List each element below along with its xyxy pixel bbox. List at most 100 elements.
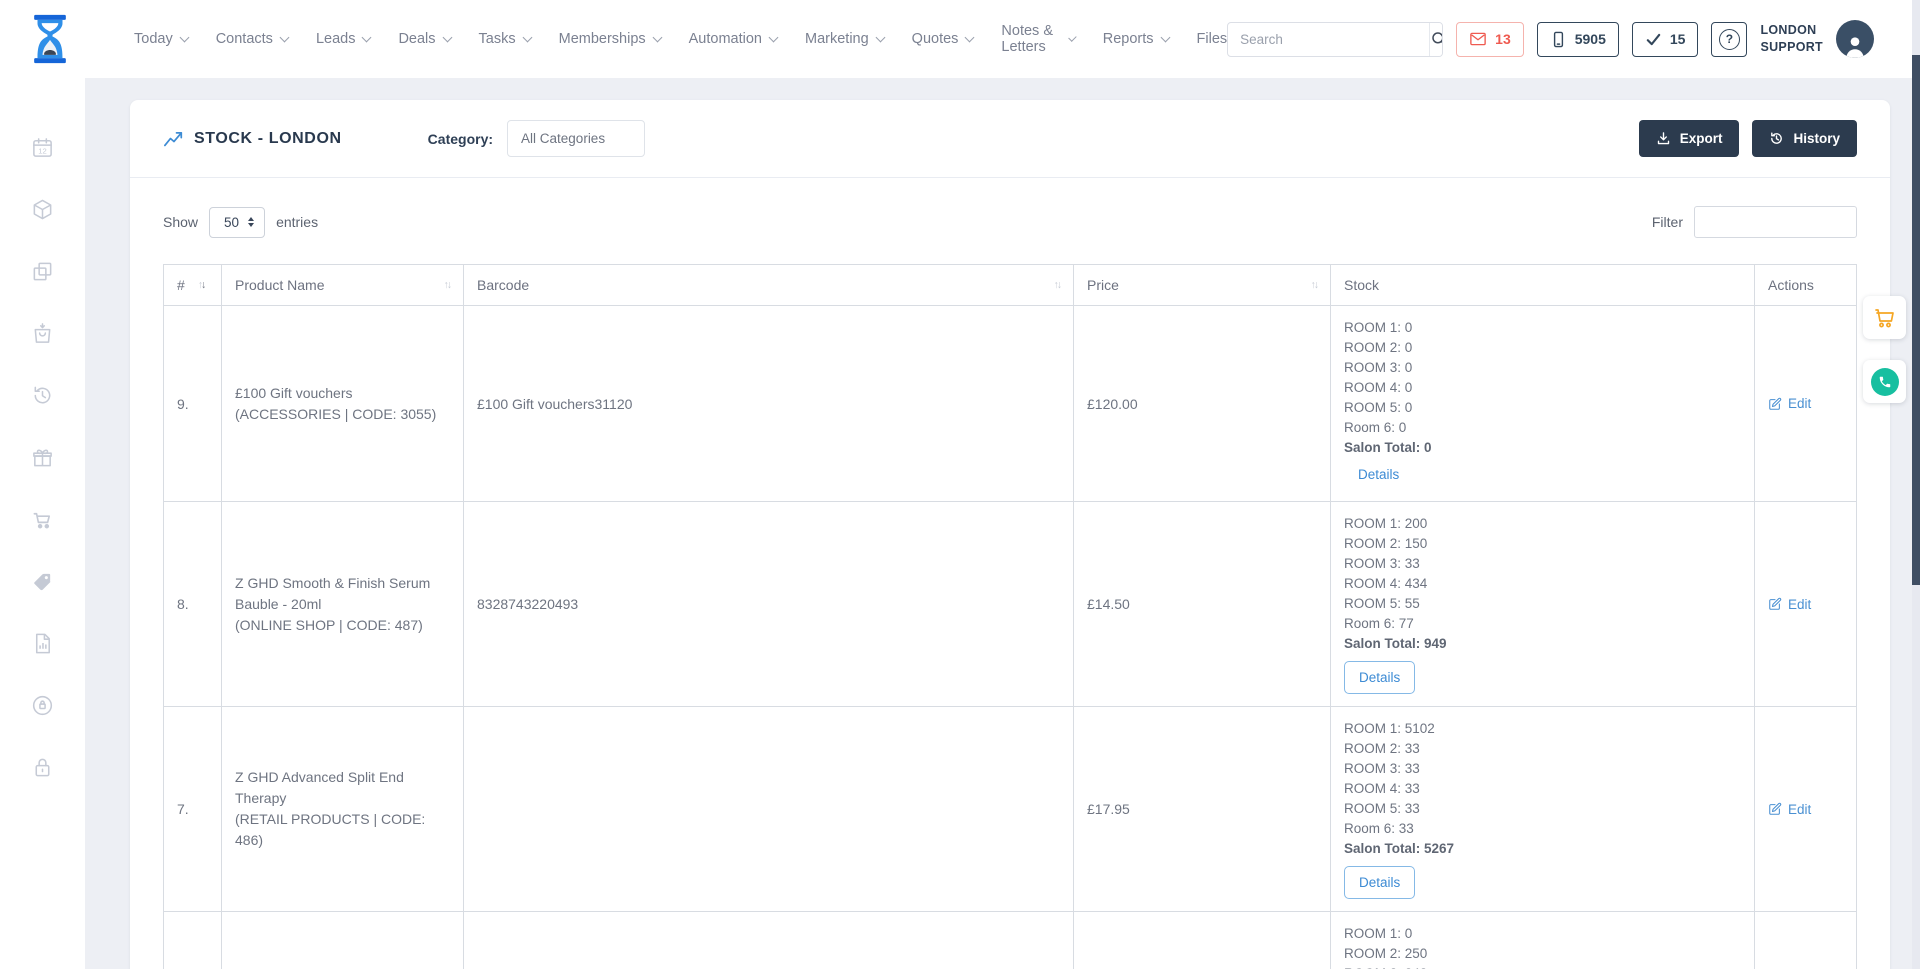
user-avatar[interactable] — [1836, 20, 1874, 58]
column-header-product-name[interactable]: Product Name ↑↓ — [222, 265, 464, 306]
navbar-right: 13 5905 15 ? LONDON SUPPORT — [1227, 20, 1874, 58]
menu-item[interactable]: Reports — [1103, 31, 1169, 47]
tasks-done-badge[interactable]: 15 — [1632, 22, 1699, 57]
room-stock-line: Room 6: 77 — [1344, 614, 1741, 634]
price-cell — [1074, 912, 1331, 969]
details-button[interactable]: Details — [1358, 467, 1399, 482]
column-header-barcode[interactable]: Barcode ↑↓ — [464, 265, 1074, 306]
details-button[interactable]: Details — [1344, 866, 1415, 899]
room-stock-line: ROOM 5: 55 — [1344, 594, 1741, 614]
row-number: 7. — [164, 707, 222, 912]
copy-icon — [31, 260, 54, 283]
room-stock-list: ROOM 1: 5102 ROOM 2: 33 ROOM 3: 33 ROOM … — [1344, 719, 1741, 839]
table-controls: Show 50 entries Filter — [163, 206, 1857, 238]
help-button[interactable]: ? — [1711, 22, 1747, 57]
chevron-down-icon — [965, 32, 975, 42]
edit-link[interactable]: Edit — [1768, 802, 1843, 817]
padlock-icon — [31, 756, 54, 779]
menu-item[interactable]: Tasks — [479, 31, 531, 47]
download-icon — [1656, 131, 1671, 146]
barcode-cell — [464, 912, 1074, 969]
room-stock-line: Room 6: 0 — [1344, 418, 1741, 438]
room-stock-line: ROOM 2: 250 — [1344, 944, 1741, 964]
edit-link[interactable]: Edit — [1768, 396, 1843, 411]
person-icon — [1842, 34, 1868, 58]
calendar-icon: 12 — [31, 136, 54, 159]
sidebar-item-orders[interactable] — [0, 302, 85, 364]
shopping-cart-icon — [31, 508, 54, 531]
history-icon — [1769, 131, 1784, 146]
barcode-cell: £100 Gift vouchers31120 — [464, 306, 1074, 502]
sidebar-item-cart[interactable] — [0, 488, 85, 550]
table-row: 8. Z GHD Smooth & Finish Serum Bauble - … — [164, 502, 1857, 707]
stock-table: # ↑↓ Product Name ↑↓ — [163, 264, 1857, 969]
menu-item[interactable]: Automation — [689, 31, 777, 47]
sidebar-item-security[interactable] — [0, 736, 85, 798]
filter-input[interactable] — [1694, 206, 1857, 238]
chevron-down-icon — [279, 32, 289, 42]
details-button[interactable]: Details — [1344, 661, 1415, 694]
barcode-cell — [464, 707, 1074, 912]
chevron-down-icon — [442, 32, 452, 42]
sidebar-item-reports[interactable] — [0, 612, 85, 674]
room-stock-line: ROOM 2: 0 — [1344, 338, 1741, 358]
app-logo-hourglass-icon[interactable] — [30, 10, 70, 68]
sidebar-item-gift-vouchers[interactable] — [0, 426, 85, 488]
edit-link[interactable]: Edit — [1768, 597, 1843, 612]
sidebar-item-products[interactable] — [0, 178, 85, 240]
stock-cell: ROOM 1: 200 ROOM 2: 150 ROOM 3: 33 ROOM … — [1331, 502, 1755, 707]
menu-item[interactable]: Files — [1197, 31, 1228, 47]
actions-cell: Edit — [1755, 306, 1857, 502]
menu-item-label: Automation — [689, 31, 762, 47]
chevron-down-icon — [522, 32, 532, 42]
floating-phone-button[interactable] — [1863, 360, 1906, 403]
search-button[interactable] — [1429, 23, 1443, 56]
search-input[interactable] — [1228, 32, 1429, 47]
floating-cart-button[interactable] — [1863, 296, 1906, 339]
menu-item[interactable]: Today — [134, 31, 188, 47]
svg-text:12: 12 — [38, 146, 47, 155]
category-select[interactable]: All Categories — [507, 120, 645, 157]
column-header-price[interactable]: Price ↑↓ — [1074, 265, 1331, 306]
history-button[interactable]: History — [1752, 120, 1857, 157]
sort-icon: ↑↓ — [198, 279, 205, 291]
menu-item[interactable]: Notes & Letters — [1001, 23, 1074, 55]
page-length-select[interactable]: 50 — [209, 207, 265, 238]
category-label: Category: — [428, 131, 493, 147]
stock-cell: ROOM 1: 0 ROOM 2: 250 ROOM 3: 248 ROOM 4… — [1331, 912, 1755, 969]
stock-cell: ROOM 1: 5102 ROOM 2: 33 ROOM 3: 33 ROOM … — [1331, 707, 1755, 912]
room-stock-line: ROOM 1: 200 — [1344, 514, 1741, 534]
menu-item[interactable]: Contacts — [216, 31, 288, 47]
tasks-done-count: 15 — [1670, 31, 1686, 47]
menu-item-label: Files — [1197, 31, 1228, 47]
calls-badge[interactable]: 5905 — [1537, 22, 1619, 57]
room-stock-line: ROOM 3: 33 — [1344, 759, 1741, 779]
sidebar-item-history[interactable] — [0, 364, 85, 426]
page-scrollbar-thumb[interactable] — [1912, 55, 1920, 585]
price-cell: £17.95 — [1074, 707, 1331, 912]
menu-item[interactable]: Leads — [316, 31, 371, 47]
salon-total: Salon Total: 949 — [1344, 634, 1741, 654]
menu-item[interactable]: Memberships — [559, 31, 661, 47]
sidebar-item-permissions[interactable] — [0, 674, 85, 736]
export-button[interactable]: Export — [1639, 120, 1740, 157]
sidebar-item-calendar[interactable]: 12 — [0, 116, 85, 178]
messages-badge[interactable]: 13 — [1456, 22, 1524, 57]
room-stock-list: ROOM 1: 200 ROOM 2: 150 ROOM 3: 33 ROOM … — [1344, 514, 1741, 634]
menu-item-label: Deals — [398, 31, 435, 47]
sort-icon: ↑↓ — [1054, 279, 1061, 291]
global-search — [1227, 22, 1443, 57]
sidebar-item-duplicates[interactable] — [0, 240, 85, 302]
menu-item[interactable]: Deals — [398, 31, 450, 47]
column-header-number[interactable]: # ↑↓ — [164, 265, 222, 306]
menu-item[interactable]: Quotes — [912, 31, 974, 47]
sidebar-item-pricing[interactable] — [0, 550, 85, 612]
room-stock-line: ROOM 2: 33 — [1344, 739, 1741, 759]
row-number: 8. — [164, 502, 222, 707]
select-arrows-icon — [248, 217, 254, 227]
actions-cell: Edit — [1755, 912, 1857, 969]
menu-item[interactable]: Marketing — [805, 31, 884, 47]
edit-pencil-icon — [1768, 597, 1782, 611]
room-stock-line: ROOM 4: 434 — [1344, 574, 1741, 594]
chevron-down-icon — [769, 32, 779, 42]
